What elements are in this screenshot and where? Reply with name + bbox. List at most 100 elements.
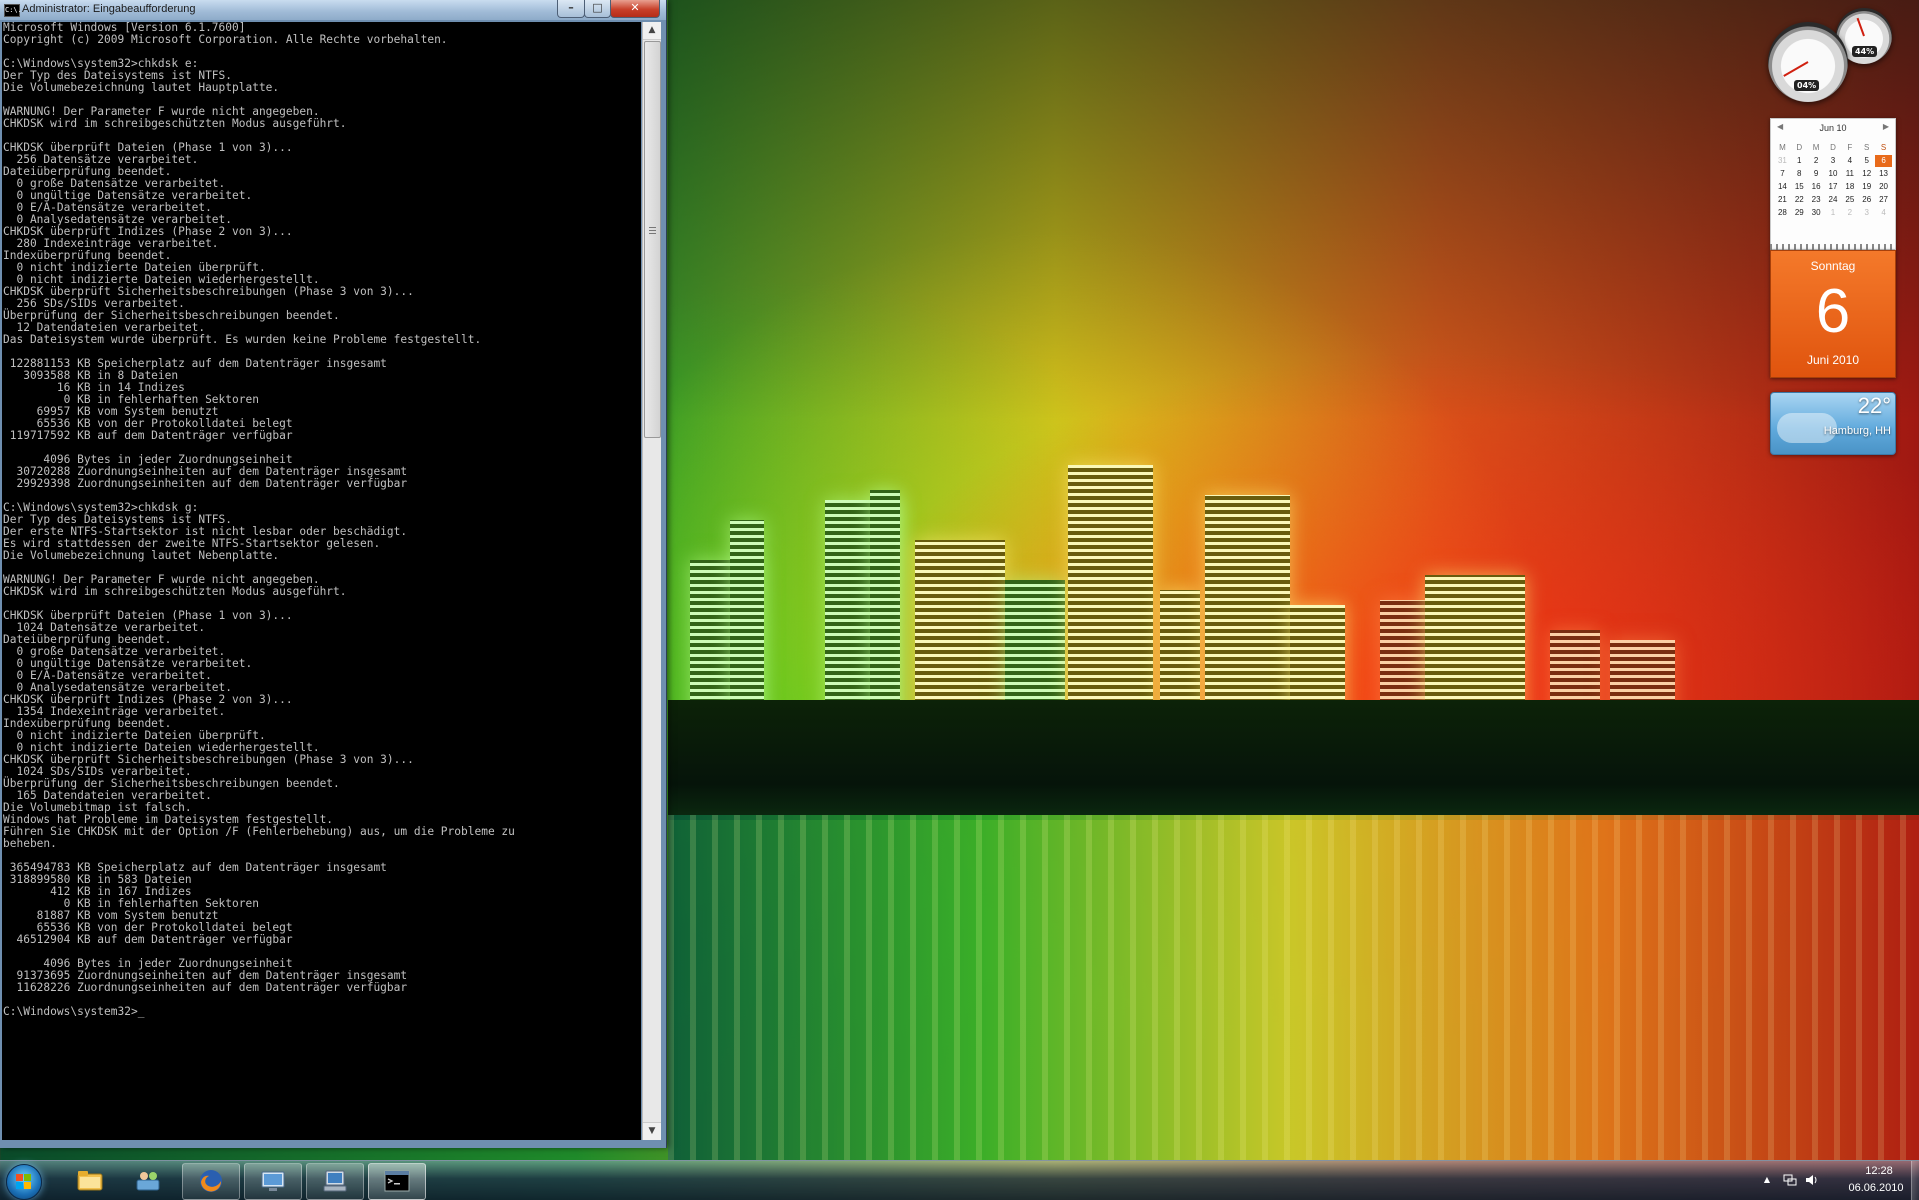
calendar-day[interactable]: 4 xyxy=(1841,155,1858,167)
wallpaper-building xyxy=(1205,495,1290,720)
computer-management-icon xyxy=(323,1170,347,1192)
wallpaper-building xyxy=(1005,580,1065,720)
taskbar-firefox[interactable] xyxy=(182,1163,240,1200)
calendar-weekday-header: F xyxy=(1847,143,1853,152)
calendar-day[interactable]: 21 xyxy=(1774,194,1791,206)
calendar-day[interactable]: 25 xyxy=(1841,194,1858,206)
calendar-day[interactable]: 12 xyxy=(1858,168,1875,180)
calendar-month-year: Juni 2010 xyxy=(1806,353,1860,367)
calendar-day[interactable]: 2 xyxy=(1841,207,1858,219)
cpu-percent-label: 04% xyxy=(1794,80,1820,91)
clock-date[interactable]: 06.06.2010 xyxy=(1837,1182,1915,1194)
calendar-day[interactable]: 27 xyxy=(1875,194,1892,206)
calendar-day[interactable]: 26 xyxy=(1858,194,1875,206)
ram-needle xyxy=(1856,17,1865,37)
calendar-day[interactable]: 18 xyxy=(1841,181,1858,193)
taskbar-explorer[interactable] xyxy=(62,1163,118,1198)
window-titlebar[interactable]: C:\. Administrator: Eingabeaufforderung … xyxy=(0,0,666,20)
weather-location: Hamburg, HH xyxy=(1823,425,1891,437)
calendar-day-view[interactable]: Sonntag 6 Juni 2010 xyxy=(1770,250,1896,378)
calendar-day[interactable]: 19 xyxy=(1858,181,1875,193)
calendar-month-header: Jun 10 xyxy=(1819,123,1847,133)
calendar-month-view[interactable]: ◀ Jun 10 ▶ M D M D F S S 31 1 2 3 4 5 6 7 8 9 10 11 12 13 14 1… xyxy=(1770,118,1896,250)
calendar-day[interactable]: 29 xyxy=(1791,207,1808,219)
calendar-day[interactable]: 14 xyxy=(1774,181,1791,193)
wallpaper-building xyxy=(1068,465,1153,720)
calendar-day[interactable]: 3 xyxy=(1825,155,1842,167)
calendar-day[interactable]: 16 xyxy=(1808,181,1825,193)
calendar-day[interactable]: 1 xyxy=(1791,155,1808,167)
weather-temperature: 22° xyxy=(1857,393,1891,418)
calendar-day[interactable]: 28 xyxy=(1774,207,1791,219)
taskbar-computer-management[interactable] xyxy=(306,1163,364,1200)
calendar-day[interactable]: 8 xyxy=(1791,168,1808,180)
calendar-day[interactable]: 15 xyxy=(1791,181,1808,193)
show-desktop-button[interactable] xyxy=(1911,1161,1919,1200)
calendar-day[interactable]: 31 xyxy=(1774,155,1791,167)
folder-icon xyxy=(77,1171,103,1191)
calendar-grid: M D M D F S S 31 1 2 3 4 5 6 7 8 9 10 11 12 13 14 15 16 17 18 19 20… xyxy=(1774,142,1892,219)
vertical-scrollbar[interactable]: ▲ ▼ xyxy=(642,22,661,1140)
wallpaper-water xyxy=(668,815,1919,1160)
maximize-button[interactable]: □ xyxy=(584,0,611,18)
calendar-day[interactable]: 5 xyxy=(1858,155,1875,167)
next-month-icon[interactable]: ▶ xyxy=(1883,122,1889,131)
calendar-day[interactable]: 13 xyxy=(1875,168,1892,180)
cpu-meter-gadget[interactable]: 44% 04% xyxy=(1768,8,1896,104)
calendar-day[interactable]: 2 xyxy=(1808,155,1825,167)
calendar-day[interactable]: 17 xyxy=(1825,181,1842,193)
scroll-thumb[interactable] xyxy=(644,41,661,438)
command-prompt-window[interactable]: C:\. Administrator: Eingabeaufforderung … xyxy=(0,0,667,1148)
monitor-icon xyxy=(261,1171,285,1191)
cpu-needle xyxy=(1783,61,1809,77)
network-icon[interactable] xyxy=(1783,1173,1797,1187)
calendar-day[interactable]: 9 xyxy=(1808,168,1825,180)
taskbar-remote-desktop[interactable] xyxy=(244,1163,302,1200)
calendar-day[interactable]: 24 xyxy=(1825,194,1842,206)
calendar-day[interactable]: 10 xyxy=(1825,168,1842,180)
calendar-gadget[interactable]: ◀ Jun 10 ▶ M D M D F S S 31 1 2 3 4 5 6 7 8 9 10 11 12 13 14 1… xyxy=(1770,118,1896,378)
ram-percent-label: 44% xyxy=(1852,46,1878,57)
firefox-icon xyxy=(200,1170,222,1192)
wallpaper-shoreline xyxy=(668,700,1919,820)
calendar-weekday-header: M xyxy=(1812,143,1820,152)
taskbar-command-prompt[interactable] xyxy=(368,1163,426,1200)
calendar-day[interactable]: 11 xyxy=(1841,168,1858,180)
taskbar: ▲ 12:28 06.06.2010 xyxy=(0,1160,1919,1200)
close-button[interactable]: ✕ xyxy=(610,0,660,18)
calendar-day[interactable]: 7 xyxy=(1774,168,1791,180)
calendar-weekday-header: D xyxy=(1830,143,1836,152)
weather-gadget[interactable]: 22° Hamburg, HH xyxy=(1770,392,1896,455)
windows-logo-icon xyxy=(16,1174,32,1190)
calendar-weekday-header: S xyxy=(1864,143,1870,152)
window-title: Administrator: Eingabeaufforderung xyxy=(22,3,196,15)
calendar-day[interactable]: 1 xyxy=(1825,207,1842,219)
scroll-down-button[interactable]: ▼ xyxy=(643,1122,661,1140)
calendar-day-number: 6 xyxy=(1815,277,1851,346)
wallpaper-building xyxy=(915,540,1005,720)
volume-icon[interactable] xyxy=(1805,1173,1819,1187)
calendar-weekday-header: S xyxy=(1880,143,1887,152)
scroll-up-button[interactable]: ▲ xyxy=(643,22,661,40)
console-output-area[interactable]: Microsoft Windows [Version 6.1.7600] Cop… xyxy=(2,22,641,1140)
start-button[interactable] xyxy=(6,1164,42,1200)
calendar-day[interactable]: 6 xyxy=(1875,155,1892,167)
show-hidden-icons-button[interactable]: ▲ xyxy=(1760,1173,1774,1187)
calendar-weekday: Sonntag xyxy=(1810,259,1856,273)
calendar-day[interactable]: 23 xyxy=(1808,194,1825,206)
console-icon: C:\. xyxy=(4,4,22,17)
calendar-day[interactable]: 3 xyxy=(1858,207,1875,219)
calendar-day[interactable]: 22 xyxy=(1791,194,1808,206)
clock-time[interactable]: 12:28 xyxy=(1847,1165,1911,1177)
command-prompt-icon xyxy=(384,1170,410,1192)
calendar-day[interactable]: 20 xyxy=(1875,181,1892,193)
taskbar-users[interactable] xyxy=(120,1163,176,1198)
calendar-weekday-header: M xyxy=(1779,143,1786,152)
console-output: Microsoft Windows [Version 6.1.7600] Cop… xyxy=(3,22,515,1018)
cpu-gauge: 04% xyxy=(1768,22,1848,102)
wallpaper-building xyxy=(1425,575,1525,720)
calendar-day[interactable]: 4 xyxy=(1875,207,1892,219)
minimize-button[interactable]: – xyxy=(557,0,585,18)
grip-icon xyxy=(649,227,656,235)
calendar-day[interactable]: 30 xyxy=(1808,207,1825,219)
